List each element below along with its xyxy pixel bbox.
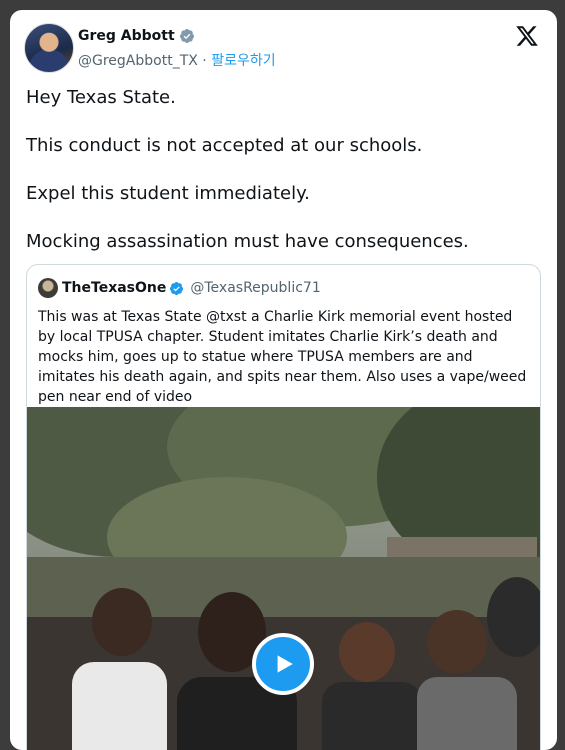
quoted-author-name[interactable]: TheTexasOne [62,280,166,296]
x-logo-icon[interactable] [515,24,539,48]
tweet-line: This conduct is not accepted at our scho… [26,135,423,156]
tweet-card: Greg Abbott @GregAbbott_TX · 팔로우하기 Hey T… [10,10,557,750]
verified-badge-icon [179,29,194,43]
verified-badge-icon [170,281,184,295]
video-thumbnail[interactable] [27,407,540,750]
author-name-row: Greg Abbott [78,28,195,44]
quoted-author-row: TheTexasOne @TexasRepublic71 [38,278,321,298]
video-scene [27,407,540,750]
play-icon [277,655,293,673]
author-handle[interactable]: @GregAbbott_TX [78,53,198,69]
tweet-line: Expel this student immediately. [26,183,310,204]
play-button[interactable] [252,633,314,695]
separator: · [197,53,212,69]
quoted-author-handle[interactable]: @TexasRepublic71 [190,280,320,296]
author-handle-row: @GregAbbott_TX · 팔로우하기 [78,50,276,70]
author-avatar[interactable] [24,23,74,73]
quoted-tweet-text: This was at Texas State @txst a Charlie … [38,309,527,405]
tweet-line: Hey Texas State. [26,87,176,108]
author-name[interactable]: Greg Abbott [78,28,175,44]
tweet-line: Mocking assassination must have conseque… [26,231,469,252]
follow-button[interactable]: 팔로우하기 [211,53,275,69]
quoted-tweet[interactable]: TheTexasOne @TexasRepublic71 This was at… [26,264,541,750]
tweet-body: Hey Texas State. This conduct is not acc… [26,86,541,278]
quoted-author-avatar[interactable] [38,278,58,298]
